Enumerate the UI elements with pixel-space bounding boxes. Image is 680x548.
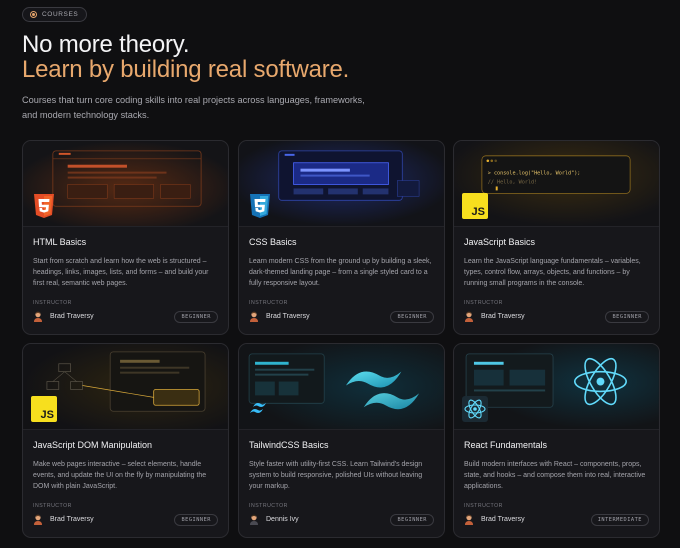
course-card-react-fundamentals[interactable]: React Fundamentals Build modern interfac… [453, 343, 660, 538]
page-title-accent: Learn by building real software. [22, 56, 350, 83]
badge-dot-icon [30, 11, 37, 18]
course-title: JavaScript DOM Manipulation [33, 440, 153, 450]
avatar [250, 514, 258, 525]
instructor-name: Brad Traversy [50, 516, 94, 523]
js-icon: JS [31, 396, 57, 422]
avatar [465, 514, 473, 525]
badge-label: COURSES [42, 11, 79, 18]
avatar [34, 514, 42, 525]
code-line-1: > console.log("Hello, World"); [488, 171, 581, 177]
svg-text:JS: JS [472, 206, 485, 218]
level-badge: BEGINNER [390, 311, 434, 323]
level-badge: BEGINNER [390, 514, 434, 526]
instructor-name: Brad Traversy [481, 516, 525, 523]
css3-icon [250, 194, 270, 218]
course-title: TailwindCSS Basics [249, 440, 329, 450]
instructor-label: INSTRUCTOR [464, 503, 503, 509]
tailwind-icon [250, 403, 266, 413]
instructor-name: Dennis Ivy [266, 516, 299, 523]
level-badge: INTERMEDIATE [590, 514, 649, 526]
course-card-css-basics[interactable]: CSS Basics Learn modern CSS from the gro… [238, 140, 445, 335]
instructor-name: Brad Traversy [50, 313, 94, 320]
course-card-html-basics[interactable]: HTML Basics Start from scratch and learn… [22, 140, 229, 335]
course-title: HTML Basics [33, 237, 87, 247]
avatar [250, 311, 258, 322]
course-description: Make web pages interactive – select elem… [33, 461, 207, 491]
avatar [34, 311, 42, 322]
course-card-tailwindcss-basics[interactable]: TailwindCSS Basics Style faster with uti… [238, 343, 445, 538]
instructor-label: INSTRUCTOR [33, 503, 72, 509]
html5-icon [34, 194, 54, 218]
instructor-name: Brad Traversy [266, 313, 310, 320]
course-title: React Fundamentals [464, 440, 548, 450]
page-subtitle: Courses that turn core coding skills int… [22, 95, 365, 120]
course-card-javascript-basics[interactable]: > console.log("Hello, World"); // Hello,… [453, 140, 660, 335]
course-description: Learn the JavaScript language fundamenta… [464, 258, 641, 288]
svg-text:JS: JS [41, 409, 54, 421]
avatar [465, 311, 473, 322]
course-title: JavaScript Basics [464, 237, 536, 247]
instructor-label: INSTRUCTOR [464, 300, 503, 306]
course-description: Learn modern CSS from the ground up by b… [249, 258, 432, 288]
page-title: No more theory. [22, 31, 190, 58]
code-line-2: // Hello, World! [488, 180, 537, 186]
course-card-javascript-dom[interactable]: JS JavaScript DOM Manipulation Make web … [22, 343, 229, 538]
instructor-name: Brad Traversy [481, 313, 525, 320]
instructor-label: INSTRUCTOR [33, 300, 72, 306]
course-description: Style faster with utility-first CSS. Lea… [249, 461, 423, 491]
level-badge: BEGINNER [174, 311, 218, 323]
js-icon: JS [462, 193, 488, 219]
course-title: CSS Basics [249, 237, 297, 247]
level-badge: BEGINNER [605, 311, 649, 323]
section-badge: COURSES [22, 7, 88, 22]
react-icon [462, 396, 488, 422]
instructor-label: INSTRUCTOR [249, 503, 288, 509]
course-description: Build modern interfaces with React – com… [464, 461, 646, 491]
level-badge: BEGINNER [174, 514, 218, 526]
course-description: Start from scratch and learn how the web… [33, 258, 209, 288]
instructor-label: INSTRUCTOR [249, 300, 288, 306]
